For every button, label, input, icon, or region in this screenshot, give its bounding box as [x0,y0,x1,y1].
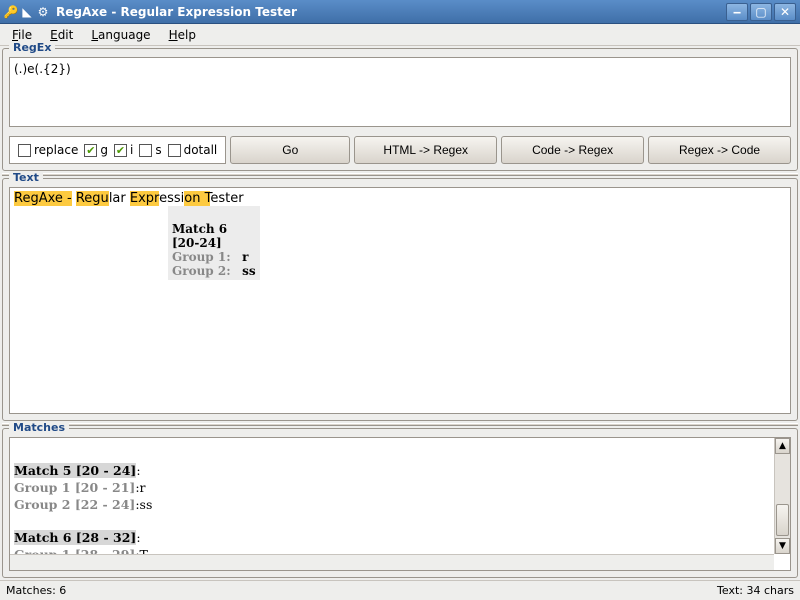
html-to-regex-button[interactable]: HTML -> Regex [354,136,497,164]
window-title: RegAxe - Regular Expression Tester [56,5,297,19]
splitter-1[interactable] [2,173,798,176]
scroll-down-icon[interactable]: ▼ [775,538,790,554]
go-button[interactable]: Go [230,136,350,164]
flags-box: replace g i s dotall [9,136,226,164]
code-to-regex-button[interactable]: Code -> Regex [501,136,644,164]
minimize-button[interactable]: ‒ [726,3,748,21]
text-group: Text RegAxe - Regular Expression Tester … [2,178,798,421]
statusbar: Matches: 6 Text: 34 chars [0,580,800,600]
match-header: Match 5 [20 - 24]: [14,463,768,480]
maximize-button[interactable]: ▢ [750,3,772,21]
arrow-icon: ◣ [20,5,34,19]
text-input[interactable]: RegAxe - Regular Expression Tester Match… [9,187,791,414]
flag-dotall[interactable]: dotall [168,143,218,157]
matches-group-label: Matches [9,421,69,434]
matches-scrollbar-vertical[interactable]: ▲ ▼ [774,438,790,554]
flag-replace[interactable]: replace [18,143,78,157]
regex-group-label: RegEx [9,41,55,54]
titlebar: 🔑 ◣ ⚙ RegAxe - Regular Expression Tester… [0,0,800,24]
match-group-line: Group 2 [22 - 24]:ss [14,497,768,514]
regex-to-code-button[interactable]: Regex -> Code [648,136,791,164]
flag-g[interactable]: g [84,143,108,157]
key-icon: 🔑 [4,5,18,19]
match-tooltip: Match 6 [20-24] Group 1: r Group 2: ss [168,206,260,280]
flag-s[interactable]: s [139,143,161,157]
text-group-label: Text [9,171,43,184]
flag-i[interactable]: i [114,143,133,157]
regex-group: RegEx replace g i s dotall Go HTML -> Re… [2,48,798,171]
scroll-up-icon[interactable]: ▲ [775,438,790,454]
status-text-length: Text: 34 chars [717,584,794,597]
scroll-thumb[interactable] [776,504,789,536]
matches-output[interactable]: Match 5 [20 - 24]:Group 1 [20 - 21]:rGro… [9,437,791,571]
menu-help[interactable]: Help [163,26,202,44]
match-header: Match 6 [28 - 32]: [14,530,768,547]
splitter-2[interactable] [2,423,798,426]
gear-icon: ⚙ [36,5,50,19]
menubar: File Edit Language Help [0,24,800,46]
menu-language[interactable]: Language [85,26,156,44]
status-matches: Matches: 6 [6,584,66,597]
titlebar-icons: 🔑 ◣ ⚙ [4,5,50,19]
matches-scrollbar-horizontal[interactable] [10,554,774,570]
close-button[interactable]: ✕ [774,3,796,21]
matches-group: Matches Match 5 [20 - 24]:Group 1 [20 - … [2,428,798,578]
regex-input[interactable] [9,57,791,127]
match-group-line: Group 1 [20 - 21]:r [14,480,768,497]
